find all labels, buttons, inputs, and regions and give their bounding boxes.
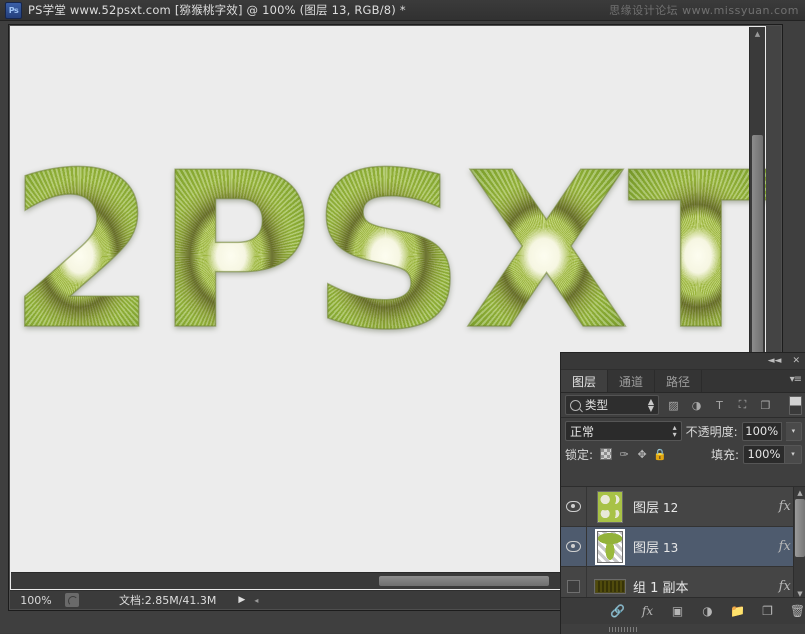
eye-icon [566, 501, 581, 512]
layer-style-fx-icon[interactable]: fx [779, 539, 791, 554]
layers-panel-footer: 🔗 fx ▣ ◑ 📁 ❐ 🗑 [561, 597, 805, 624]
opacity-input[interactable]: 100% [742, 422, 782, 441]
lock-row: 锁定: ✑ ✥ 🔒 填充: 100% ▾ [561, 442, 805, 466]
eye-off-icon [567, 580, 580, 593]
filter-kind-label: 类型 [585, 397, 644, 413]
filter-smart-object-icon[interactable]: ❐ [757, 397, 774, 414]
document-preview-icon[interactable] [65, 593, 79, 607]
layers-panel: ◄◄ ✕ 图层 通道 路径 ▾≡ 类型 ▲▼ ▨ ◑ T ⛶ ❐ 正常 ▴▾ [560, 352, 805, 634]
opacity-dropdown-icon[interactable]: ▾ [786, 422, 802, 441]
layer-name-text: 图层 [633, 537, 659, 556]
filter-enable-toggle[interactable] [789, 396, 802, 415]
fill-dropdown-icon[interactable]: ▾ [785, 445, 802, 464]
lock-transparency-icon[interactable] [597, 445, 615, 463]
window-title: PS学堂 www.52psxt.com [猕猴桃字效] @ 100% (图层 1… [28, 2, 406, 18]
filter-kind-select[interactable]: 类型 ▲▼ [565, 395, 659, 415]
layer-thumbnail-cell[interactable] [587, 531, 633, 563]
panel-tab-strip: 图层 通道 路径 ▾≡ [561, 370, 805, 393]
kiwi-letters-thumbnail [597, 491, 623, 523]
layer-visibility-toggle[interactable] [561, 527, 587, 566]
layer-visibility-toggle[interactable] [561, 567, 587, 599]
blend-mode-label: 正常 [570, 423, 673, 440]
blend-mode-row: 正常 ▴▾ 不透明度: 100% ▾ [561, 418, 805, 442]
layer-filter-row: 类型 ▲▼ ▨ ◑ T ⛶ ❐ [561, 393, 805, 418]
collapse-panel-icon[interactable]: ◄◄ [768, 357, 782, 366]
lock-image-pixels-brush-icon[interactable]: ✑ [615, 445, 633, 463]
kiwi-text-artwork: 2 P S X T [10, 144, 766, 359]
tab-paths[interactable]: 路径 [655, 370, 702, 392]
add-layer-mask-icon[interactable]: ▣ [670, 603, 686, 619]
stepper-icon[interactable]: ▲▼ [648, 398, 654, 412]
artwork-letter: T [628, 144, 766, 359]
play-arrow-icon[interactable]: ▶ [238, 595, 245, 605]
layer-name-text: 图层 [633, 497, 659, 516]
search-icon [570, 400, 581, 411]
layer-thumbnail-cell[interactable] [587, 491, 633, 523]
scroll-up-arrow-icon[interactable]: ▲ [750, 27, 765, 41]
layer-name[interactable]: 图层 13 [633, 537, 772, 556]
scroll-up-arrow-icon[interactable]: ▲ [794, 487, 805, 498]
panel-drag-grip[interactable] [609, 627, 639, 632]
title-bar: Ps PS学堂 www.52psxt.com [猕猴桃字效] @ 100% (图… [0, 0, 805, 21]
filter-type-icon[interactable]: T [711, 397, 728, 414]
layer-name-text: 组 1 副本 [633, 577, 689, 596]
table-row[interactable]: 图层 13 fx ▾ [561, 527, 805, 567]
photoshop-logo-icon: Ps [5, 2, 22, 19]
layer-style-fx-icon[interactable]: fx [640, 603, 656, 619]
artwork-letter: P [155, 144, 307, 359]
size-tick-icon[interactable]: ◂ [254, 596, 258, 605]
group-strip-thumbnail [594, 579, 626, 594]
layer-list-scrollbar[interactable]: ▲ ▼ [793, 487, 805, 599]
tab-layers[interactable]: 图层 [561, 370, 608, 392]
horizontal-scroll-thumb[interactable] [379, 576, 549, 586]
layer-style-fx-icon[interactable]: fx [779, 579, 791, 594]
layer-thumbnail-cell[interactable] [587, 579, 633, 594]
new-layer-icon[interactable]: ❐ [760, 603, 776, 619]
layer-name[interactable]: 图层 12 [633, 497, 772, 516]
fill-label: 填充: [711, 446, 739, 463]
layer-name-number: 12 [663, 501, 678, 515]
lock-label: 锁定: [565, 446, 593, 463]
layer-visibility-toggle[interactable] [561, 487, 587, 526]
fill-input[interactable]: 100% [743, 445, 785, 464]
eye-icon [566, 541, 581, 552]
document-size-info: 文档:2.85M/41.3M [119, 592, 216, 608]
layer-list[interactable]: 图层 12 fx ▾ 图层 13 fx ▾ [561, 486, 805, 599]
new-fill-adjustment-layer-icon[interactable]: ◑ [700, 603, 716, 619]
photoshop-window: Ps PS学堂 www.52psxt.com [猕猴桃字效] @ 100% (图… [0, 0, 805, 633]
artwork-letter: S [311, 144, 460, 359]
zoom-level-field[interactable]: 100% [10, 594, 62, 607]
filter-adjustment-icon[interactable]: ◑ [688, 397, 705, 414]
list-scroll-thumb[interactable] [795, 499, 805, 557]
filter-pixel-icon[interactable]: ▨ [665, 397, 682, 414]
link-layers-icon[interactable]: 🔗 [610, 603, 626, 619]
kiwi-letter-t-thumbnail [597, 531, 623, 563]
watermark-text: 思缘设计论坛 www.missyuan.com [609, 1, 799, 19]
tab-channels[interactable]: 通道 [608, 370, 655, 392]
delete-layer-icon[interactable]: 🗑 [790, 603, 805, 619]
chevron-updown-icon: ▴▾ [673, 424, 677, 438]
panel-title-bar: ◄◄ ✕ [561, 353, 805, 370]
panel-menu-icon[interactable]: ▾≡ [790, 374, 801, 385]
lock-position-move-icon[interactable]: ✥ [633, 445, 651, 463]
layer-style-fx-icon[interactable]: fx [779, 499, 791, 514]
artwork-letter: 2 [10, 144, 151, 359]
layer-name[interactable]: 组 1 副本 [633, 577, 772, 596]
layer-name-number: 13 [663, 541, 678, 555]
lock-all-padlock-icon[interactable]: 🔒 [651, 445, 669, 463]
blend-mode-select[interactable]: 正常 ▴▾ [565, 421, 682, 441]
new-group-icon[interactable]: 📁 [730, 603, 746, 619]
artwork-letter: X [464, 144, 624, 359]
opacity-label: 不透明度: [686, 423, 738, 440]
close-icon[interactable]: ✕ [792, 357, 800, 366]
table-row[interactable]: 图层 12 fx ▾ [561, 487, 805, 527]
table-row[interactable]: 组 1 副本 fx ▾ [561, 567, 805, 599]
filter-shape-icon[interactable]: ⛶ [734, 397, 751, 414]
